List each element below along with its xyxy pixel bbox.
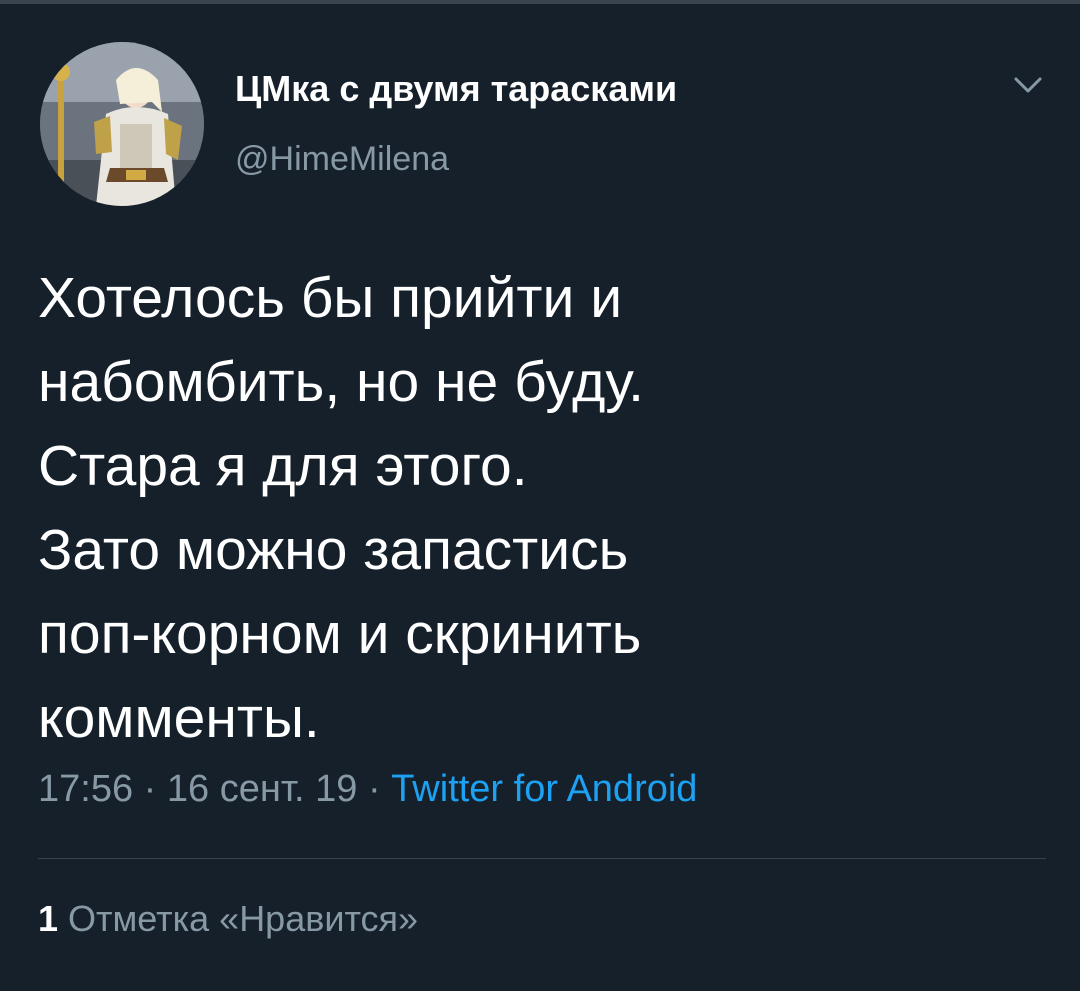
chevron-down-icon[interactable]	[1010, 70, 1046, 100]
author-handle[interactable]: @HimeMilena	[235, 140, 449, 179]
likes-label: Отметка «Нравится»	[68, 898, 419, 939]
cosplay-photo-avatar-icon	[40, 42, 204, 206]
tweet-text-line: комменты.	[38, 686, 320, 750]
tweet-source-link[interactable]: Twitter for Android	[391, 768, 697, 810]
tweet-text: Хотелось бы прийти и набомбить, но не бу…	[38, 256, 1048, 760]
tweet-text-line: набомбить, но не буду.	[38, 350, 644, 414]
tweet-text-line: Хотелось бы прийти и	[38, 266, 623, 330]
divider	[38, 858, 1046, 859]
tweet-text-line: Зато можно запастись	[38, 518, 629, 582]
tweet-text-line: Стара я для этого.	[38, 434, 528, 498]
meta-separator: ·	[133, 768, 167, 810]
likes-count: 1	[38, 898, 59, 939]
window-top-edge	[0, 0, 1080, 4]
likes-stat[interactable]: 1 Отметка «Нравится»	[38, 898, 418, 940]
tweet-date: 16 сент. 19	[166, 768, 358, 810]
avatar[interactable]	[40, 42, 204, 206]
author-display-name[interactable]: ЦМка с двумя тарасками	[235, 68, 677, 110]
meta-separator: ·	[357, 768, 392, 810]
tweet-time: 17:56	[38, 768, 134, 810]
tweet-metadata: 17:56 · 16 сент. 19 · Twitter for Androi…	[38, 768, 697, 811]
tweet-text-line: поп-корном и скринить	[38, 602, 642, 666]
